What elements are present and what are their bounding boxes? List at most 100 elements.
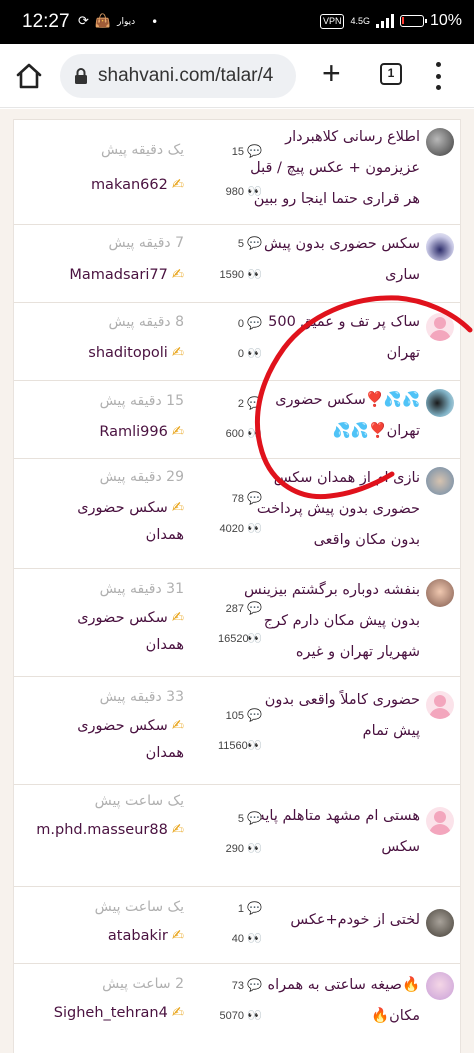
- thread-time: 7 دقیقه پیش: [108, 235, 184, 251]
- eyes-icon: 👀: [247, 1008, 262, 1022]
- view-count: 11560👀: [218, 738, 262, 752]
- reply-count: 15 💬: [231, 144, 262, 158]
- thread-title[interactable]: نازی ام از همدان سکس حضوری بدون پیش پردا…: [248, 463, 420, 556]
- status-bar: 12:27 ⟳ 👜 دیوار • VPN 4.5G 10%: [0, 0, 474, 44]
- thread-time: 2 ساعت پیش: [102, 976, 184, 992]
- avatar[interactable]: [426, 389, 454, 417]
- avatar[interactable]: [426, 233, 454, 261]
- avatar[interactable]: [426, 579, 454, 607]
- new-tab-icon[interactable]: +: [322, 57, 341, 89]
- view-count: 980 👀: [225, 184, 262, 198]
- thread-time: یک ساعت پیش: [94, 899, 184, 915]
- reply-count: 5 💬: [237, 236, 262, 250]
- eyes-icon: 👀: [247, 267, 262, 281]
- thread-author[interactable]: ✍makan662: [4, 172, 184, 199]
- system-icons: VPN 4.5G 10%: [319, 12, 462, 30]
- notification-icons: ⟳ 👜 دیوار •: [78, 14, 158, 29]
- thread-row[interactable]: هستی ام مشهد متاهلم پایه سکس 5 💬 290 👀 یک …: [14, 784, 460, 886]
- reply-count: 1 💬: [237, 901, 262, 915]
- comment-icon: 💬: [247, 144, 262, 158]
- avatar[interactable]: [426, 467, 454, 495]
- eyes-icon: 👀: [247, 738, 262, 752]
- avatar[interactable]: [426, 691, 454, 719]
- thread-author[interactable]: ✍shaditopoli: [4, 340, 184, 367]
- eyes-icon: 👀: [247, 931, 262, 945]
- view-count: 5070 👀: [219, 1008, 262, 1022]
- thread-row[interactable]: لختی از خودم+عکس 1 💬 40 👀 یک ساعت پیش ✍ata…: [14, 886, 460, 963]
- thread-row[interactable]: نازی ام از همدان سکس حضوری بدون پیش پردا…: [14, 458, 460, 568]
- comment-icon: 💬: [247, 601, 262, 615]
- comment-icon: 💬: [247, 316, 262, 330]
- view-count: 40 👀: [231, 931, 262, 945]
- thread-row[interactable]: 🔥صیغه ساعتی به همراه مکان🔥 73 💬 5070 👀 2 س…: [14, 963, 460, 1053]
- address-bar[interactable]: shahvani.com/talar/4: [60, 54, 296, 98]
- reply-count: 287 💬: [225, 601, 262, 615]
- view-count: 16520👀: [218, 631, 262, 645]
- eyes-icon: 👀: [247, 426, 262, 440]
- avatar[interactable]: [426, 909, 454, 937]
- pen-icon: ✍: [171, 345, 184, 361]
- thread-author[interactable]: ✍Mamadsari77: [4, 262, 184, 289]
- thread-author[interactable]: ✍atabakir: [4, 923, 184, 950]
- menu-icon[interactable]: [434, 62, 442, 90]
- avatar[interactable]: [426, 128, 454, 156]
- pen-icon: ✍: [171, 1005, 184, 1021]
- thread-row[interactable]: اطلاع رسانی کلاهبردار عزیزمون + عکس پیچ …: [14, 119, 460, 224]
- eyes-icon: 👀: [247, 346, 262, 360]
- app-label: دیوار: [117, 16, 136, 27]
- url-text[interactable]: shahvani.com/talar/4: [98, 65, 273, 87]
- comment-icon: 💬: [247, 901, 262, 915]
- reply-count: 73 💬: [231, 978, 262, 992]
- reply-count: 5 💬: [237, 811, 262, 825]
- pen-icon: ✍: [171, 610, 184, 626]
- signal-icon: [375, 14, 394, 28]
- clock: 12:27: [22, 11, 70, 32]
- pen-icon: ✍: [171, 822, 184, 838]
- thread-row[interactable]: 💦💦❣️سکس حضوری تهران❣️💦💦 2 💬 600 👀 15 دقیقه…: [14, 380, 460, 458]
- avatar[interactable]: [426, 807, 454, 835]
- thread-row[interactable]: بنفشه دوباره برگشتم بیزینس بدون پیش مکان…: [14, 568, 460, 676]
- dot-icon: •: [151, 14, 159, 29]
- thread-time: 8 دقیقه پیش: [108, 314, 184, 330]
- home-icon[interactable]: [14, 61, 44, 91]
- shopping-bag-icon: 👜: [94, 14, 112, 29]
- comment-icon: 💬: [247, 236, 262, 250]
- lock-icon[interactable]: [74, 68, 88, 84]
- pen-icon: ✍: [171, 424, 184, 440]
- thread-author[interactable]: ✍سکس حضوری همدان: [64, 605, 184, 659]
- view-count: 1590 👀: [219, 267, 262, 281]
- pen-icon: ✍: [171, 267, 184, 283]
- thread-row[interactable]: سکس حضوری بدون پیش ساری 5 💬 1590 👀 7 دقیقه…: [14, 224, 460, 302]
- comment-icon: 💬: [247, 811, 262, 825]
- thread-author[interactable]: ✍Ramli996: [4, 419, 184, 446]
- thread-author[interactable]: ✍Sigheh_tehran4: [4, 1000, 184, 1027]
- thread-author[interactable]: ✍سکس حضوری همدان: [64, 495, 184, 549]
- pen-icon: ✍: [171, 177, 184, 193]
- network-type: 4.5G: [350, 15, 370, 26]
- eyes-icon: 👀: [247, 521, 262, 535]
- avatar[interactable]: [426, 313, 454, 341]
- eyes-icon: 👀: [247, 841, 262, 855]
- comment-icon: 💬: [247, 396, 262, 410]
- view-count: 0 👀: [237, 346, 262, 360]
- thread-author[interactable]: ✍سکس حضوری همدان: [64, 713, 184, 767]
- eyes-icon: 👀: [247, 631, 262, 645]
- reply-count: 105 💬: [225, 708, 262, 722]
- thread-time: 33 دقیقه پیش: [99, 689, 184, 705]
- thread-time: 15 دقیقه پیش: [99, 393, 184, 409]
- thread-row[interactable]: ساک پر تف و عمیق 500 تهران 0 💬 0 👀 8 دقیقه…: [14, 302, 460, 380]
- thread-title[interactable]: اطلاع رسانی کلاهبردار عزیزمون + عکس پیچ …: [238, 122, 420, 215]
- vpn-badge: VPN: [319, 13, 345, 29]
- eyes-icon: 👀: [247, 184, 262, 198]
- thread-title[interactable]: بنفشه دوباره برگشتم بیزینس بدون پیش مکان…: [242, 575, 420, 668]
- reply-count: 0 💬: [237, 316, 262, 330]
- thread-author[interactable]: ✍m.phd.masseur88: [14, 817, 184, 844]
- avatar[interactable]: [426, 972, 454, 1000]
- forum-page: اطلاع رسانی کلاهبردار عزیزمون + عکس پیچ …: [0, 109, 474, 1053]
- thread-row[interactable]: حضوری کاملاً واقعی بدون پیش تمام 105 💬 11…: [14, 676, 460, 784]
- thread-time: 29 دقیقه پیش: [99, 469, 184, 485]
- tab-switcher-icon[interactable]: 1: [380, 63, 402, 85]
- pen-icon: ✍: [171, 718, 184, 734]
- view-count: 600 👀: [225, 426, 262, 440]
- thread-list: اطلاع رسانی کلاهبردار عزیزمون + عکس پیچ …: [13, 119, 461, 1053]
